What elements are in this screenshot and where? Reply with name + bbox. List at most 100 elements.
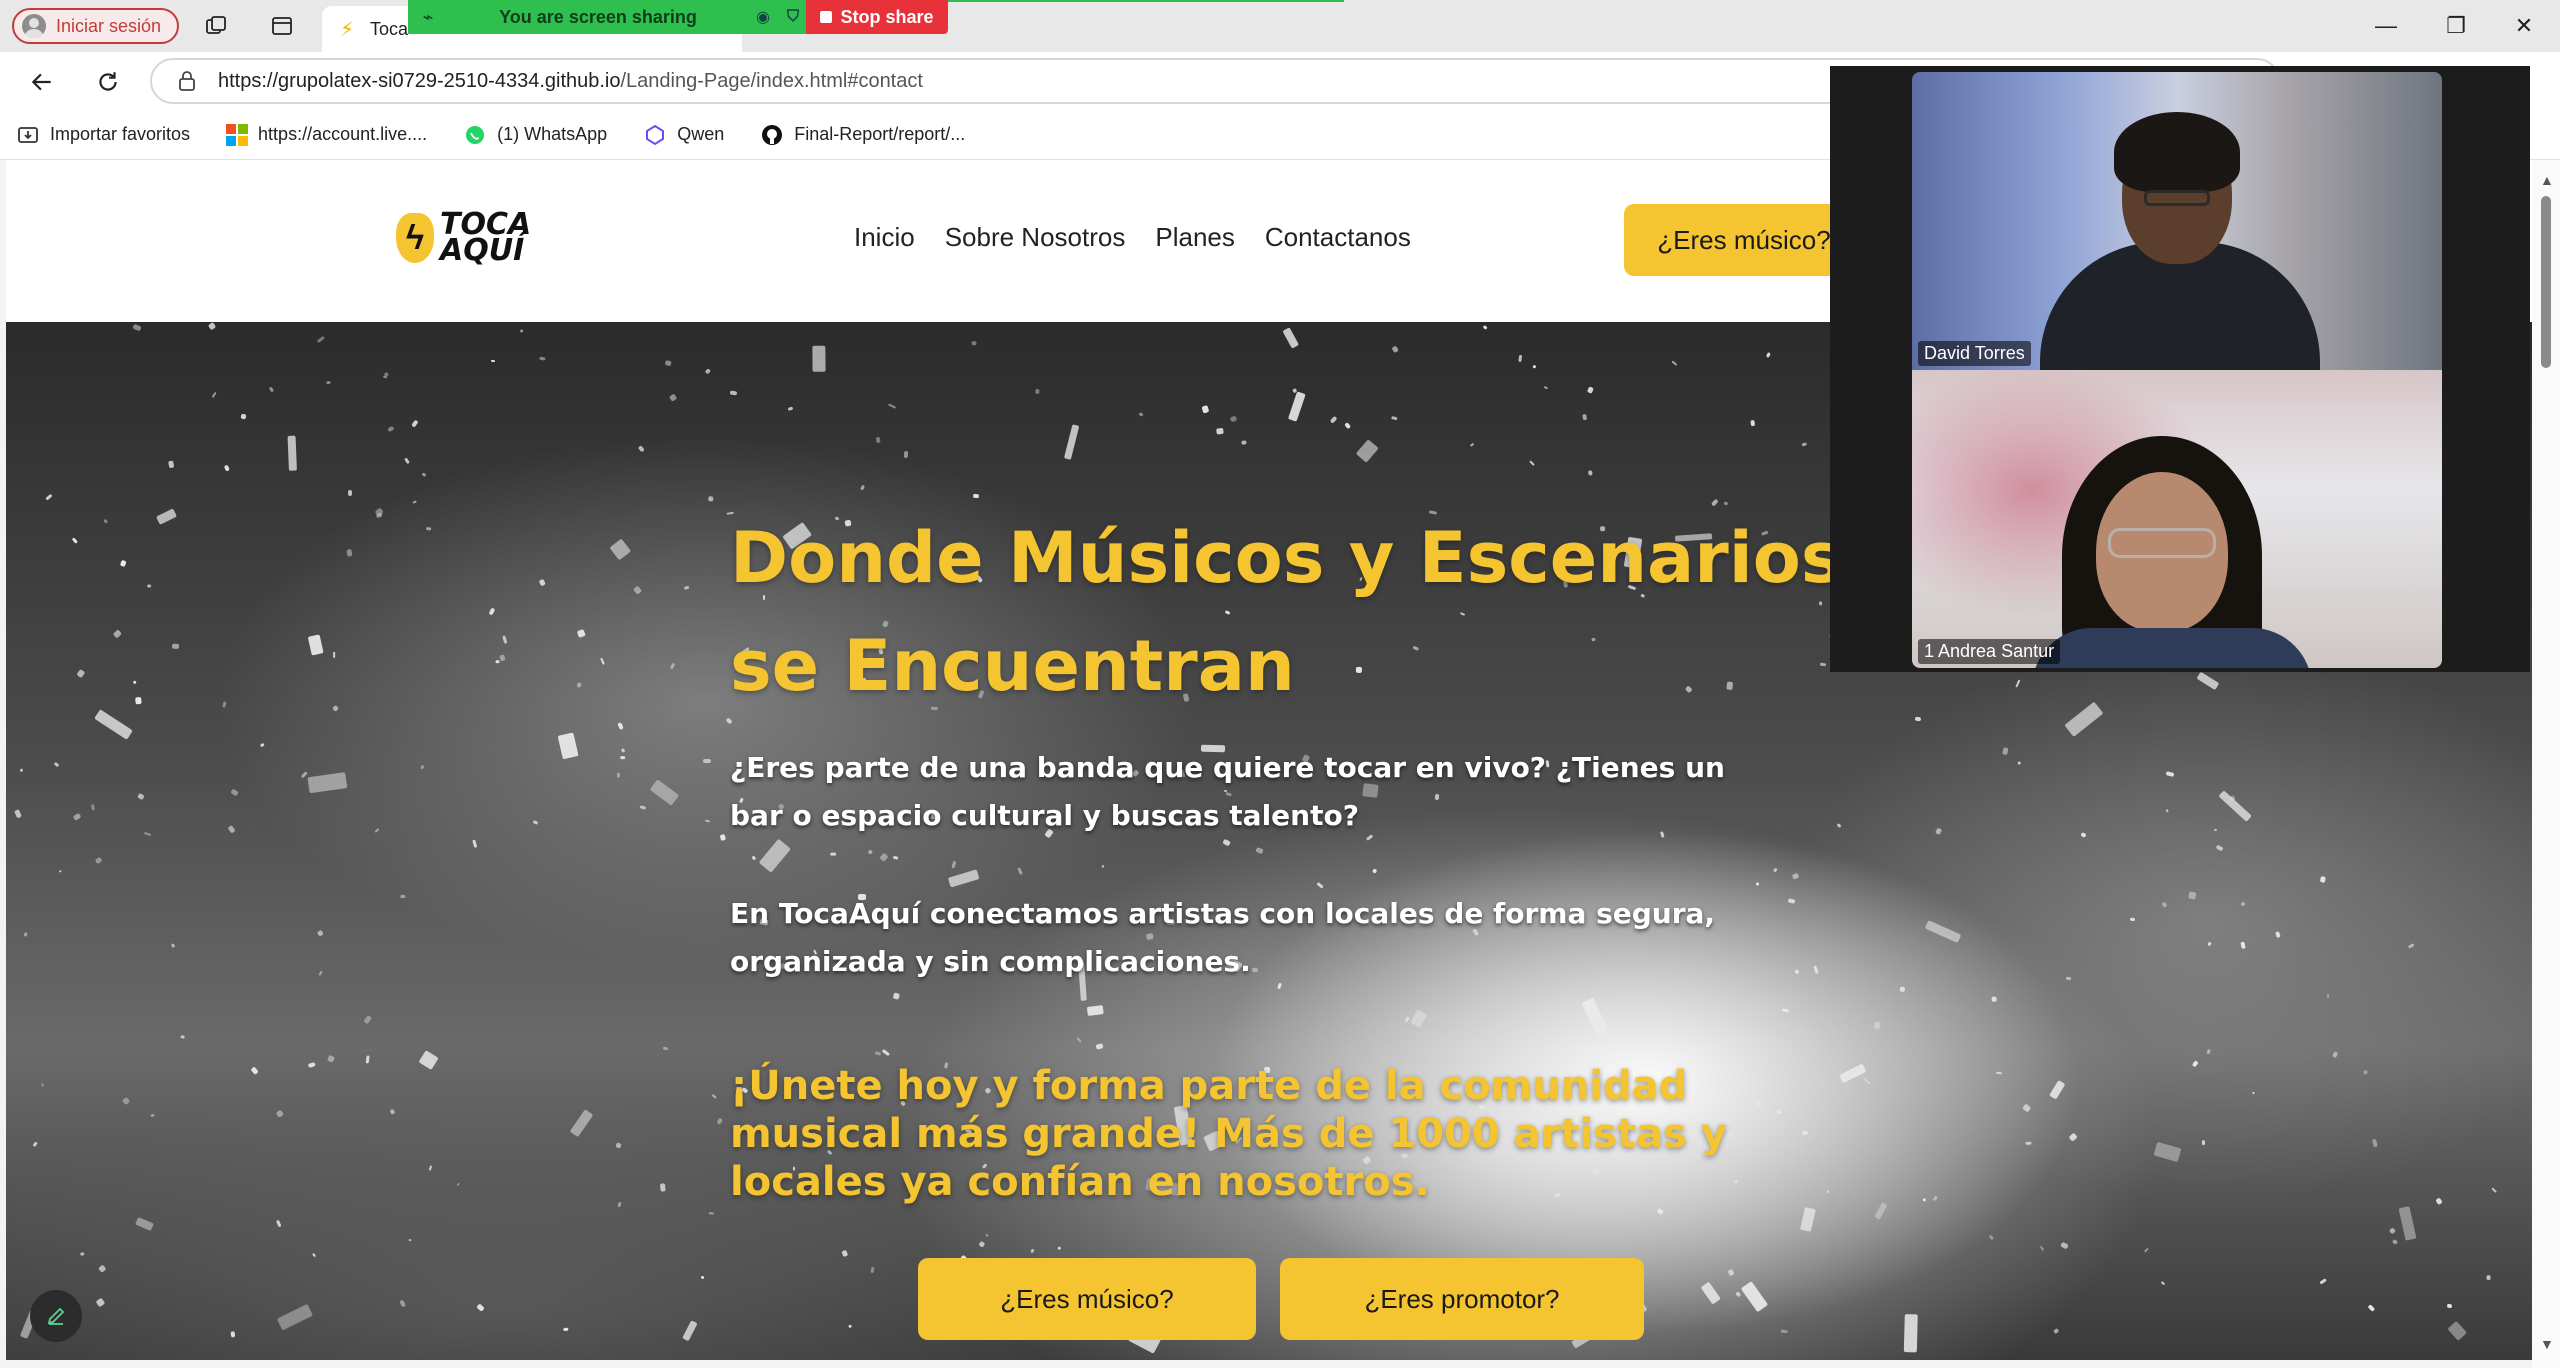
confetti-piece [227,824,236,834]
confetti-piece [23,932,28,937]
scroll-thumb[interactable] [2541,196,2551,368]
confetti-piece [2165,809,2169,813]
confetti-piece [172,643,180,650]
confetti-piece [2331,1051,2338,1059]
hero-paragraph-1: ¿Eres parte de una banda que quiere toca… [730,751,1725,832]
confetti-piece [276,1109,285,1118]
confetti-piece [650,778,680,806]
security-shield-icon[interactable]: ⛉ [778,8,808,26]
confetti-piece [1229,415,1238,423]
nav-link-inicio[interactable]: Inicio [854,222,915,253]
minimize-icon[interactable]: — [2360,8,2412,44]
participant-name: 1 Andrea Santur [1918,639,2061,664]
favorite-label: (1) WhatsApp [497,124,608,144]
confetti-piece [1873,1021,1882,1030]
favorite-account-live[interactable]: https://account.live.... [226,123,427,146]
confetti-piece [2319,1278,2327,1285]
favorite-import[interactable]: Importar favoritos [16,123,190,147]
whatsapp-icon [463,123,487,147]
hero-musician-button[interactable]: ¿Eres músico? [918,1258,1256,1340]
nav-link-sobre-nosotros[interactable]: Sobre Nosotros [945,222,1126,253]
confetti-piece [1676,1048,1680,1053]
confetti-piece [347,489,352,496]
confetti-piece [1801,442,1807,447]
confetti-piece [1813,965,1819,975]
github-icon [760,123,784,147]
participant-tile[interactable]: David Torres [1912,72,2442,370]
confetti-piece [1391,415,1399,420]
confetti-piece [707,495,714,502]
confetti-piece [1138,411,1144,417]
confetti-piece [135,697,143,706]
confetti-piece [91,803,96,811]
confetti-piece [412,500,417,504]
confetti-piece [119,559,127,568]
confetti-piece [490,360,496,363]
confetti-piece [1755,1101,1761,1108]
nav-link-planes[interactable]: Planes [1155,222,1235,253]
confetti-piece [1792,873,1800,880]
url-host: https://grupolatex-si0729-2510-4334.gith… [218,69,621,92]
confetti-piece [94,857,103,865]
confetti-piece [874,1051,882,1056]
import-favorites-icon [16,123,40,147]
confetti-piece [2021,1103,2032,1113]
header-musician-button[interactable]: ¿Eres músico? [1624,204,1864,276]
confetti-piece [2016,760,2021,765]
nav-link-contactanos[interactable]: Contactanos [1265,222,1411,253]
confetti-piece [1765,352,1771,358]
workspaces-icon[interactable] [202,12,230,40]
hero-promoter-button[interactable]: ¿Eres promotor? [1280,1258,1644,1340]
confetti-piece [1201,405,1210,415]
site-logo[interactable]: ϟ TOCA AQUÍ [396,210,531,266]
confetti-piece [2129,917,2135,921]
confetti-piece [870,1267,875,1274]
profile-button[interactable]: Iniciar sesión [12,8,180,44]
confetti-piece [211,391,218,399]
tab-actions-icon[interactable] [268,12,296,40]
confetti-piece [1874,1202,1888,1221]
close-window-icon[interactable]: ✕ [2498,8,2550,44]
confetti-piece [619,756,625,760]
video-call-panel[interactable]: David Torres 1 Andrea Santur [1830,66,2530,672]
participant-name: David Torres [1918,341,2031,366]
stop-share-button[interactable]: Stop share [806,0,948,34]
confetti-piece [1782,1008,1790,1013]
favorite-final-report[interactable]: Final-Report/report/... [760,123,965,147]
favorite-qwen[interactable]: Qwen [643,123,724,147]
confetti-piece [557,731,579,760]
back-arrow-icon[interactable] [24,64,60,100]
scroll-down-arrow-icon[interactable]: ▼ [2540,1336,2554,1352]
confetti-piece [538,578,546,587]
confetti-piece [710,1093,717,1099]
confetti-piece [860,484,865,491]
favorite-whatsapp[interactable]: (1) WhatsApp [463,123,607,147]
confetti-piece [659,1182,666,1192]
confetti-piece [1330,415,1338,424]
confetti-piece [268,386,274,392]
participant-tile[interactable]: 1 Andrea Santur [1912,370,2442,668]
confetti-piece [637,445,646,453]
pause-share-icon[interactable]: ◉ [748,7,778,27]
scroll-up-arrow-icon[interactable]: ▲ [2540,172,2554,188]
confetti-piece [2196,671,2220,690]
confetti-piece [2160,1281,2165,1286]
share-status-icon: ⌁ [422,6,434,27]
confetti-piece [849,1324,853,1328]
page-scrollbar[interactable]: ▲ ▼ [2532,160,2560,1368]
confetti-piece [1750,419,1755,426]
confetti-piece [985,1233,989,1237]
confetti-piece [13,809,22,819]
confetti-piece [875,437,881,444]
lock-icon[interactable] [176,70,198,92]
confetti-piece [1076,1036,1082,1043]
edit-pencil-icon[interactable] [30,1290,82,1342]
confetti-piece [682,1320,698,1342]
confetti-piece [539,357,546,362]
refresh-icon[interactable] [90,64,126,100]
lightning-bolt-icon: ϟ [396,213,434,263]
restore-icon[interactable]: ❐ [2430,8,2482,44]
confetti-piece [1582,414,1588,421]
confetti-piece [1469,443,1475,448]
confetti-piece [1915,717,1922,722]
